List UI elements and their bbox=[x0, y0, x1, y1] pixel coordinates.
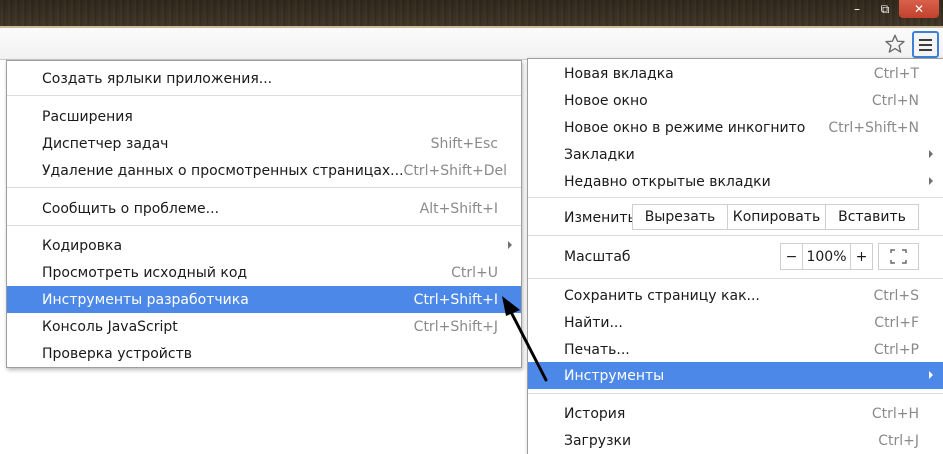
menu-separator bbox=[7, 187, 521, 188]
submenu-item-javascript-console[interactable]: Консоль JavaScript Ctrl+Shift+J bbox=[7, 313, 521, 340]
submenu-item-create-shortcuts[interactable]: Создать ярлыки приложения... bbox=[7, 65, 521, 92]
submenu-item-clear-browsing-data[interactable]: Удаление данных о просмотренных страница… bbox=[7, 157, 521, 184]
restore-button[interactable]: ⧉ bbox=[871, 0, 899, 18]
menu-separator bbox=[528, 197, 943, 198]
edit-row-label: Изменить bbox=[564, 209, 636, 226]
paste-button[interactable]: Вставить bbox=[826, 205, 918, 229]
window-controls: – ⧉ ✕ bbox=[843, 0, 939, 18]
close-button[interactable]: ✕ bbox=[899, 0, 939, 18]
menu-item-tools[interactable]: Инструменты bbox=[528, 362, 943, 389]
window-titlebar: – ⧉ ✕ bbox=[0, 0, 943, 26]
fullscreen-button[interactable] bbox=[878, 243, 919, 270]
cut-button[interactable]: Вырезать bbox=[633, 205, 728, 229]
menu-item-recent-tabs[interactable]: Недавно открытые вкладки bbox=[528, 168, 943, 195]
chevron-right-icon bbox=[929, 150, 933, 158]
chevron-right-icon bbox=[929, 177, 933, 185]
submenu-item-inspect-devices[interactable]: Проверка устройств bbox=[7, 340, 521, 367]
menu-item-incognito-window[interactable]: Новое окно в режиме инкогнито Ctrl+Shift… bbox=[528, 114, 943, 141]
menu-separator bbox=[528, 235, 943, 236]
submenu-item-report-issue[interactable]: Сообщить о проблеме... Alt+Shift+I bbox=[7, 195, 521, 222]
submenu-item-encoding[interactable]: Кодировка bbox=[7, 232, 521, 259]
star-icon[interactable] bbox=[884, 33, 906, 55]
submenu-item-task-manager[interactable]: Диспетчер задач Shift+Esc bbox=[7, 130, 521, 157]
menu-item-new-tab[interactable]: Новая вкладка Ctrl+T bbox=[528, 60, 943, 87]
zoom-in-button[interactable]: + bbox=[851, 244, 872, 269]
menu-item-print[interactable]: Печать... Ctrl+P bbox=[528, 336, 943, 363]
copy-button[interactable]: Копировать bbox=[728, 205, 826, 229]
fullscreen-icon bbox=[890, 249, 907, 264]
annotation-arrow-icon bbox=[502, 296, 548, 382]
menu-item-bookmarks[interactable]: Закладки bbox=[528, 141, 943, 168]
menu-separator bbox=[528, 278, 943, 279]
menu-item-new-window[interactable]: Новое окно Ctrl+N bbox=[528, 87, 943, 114]
zoom-row-label: Масштаб bbox=[564, 248, 631, 265]
menu-item-find[interactable]: Найти... Ctrl+F bbox=[528, 309, 943, 336]
submenu-item-extensions[interactable]: Расширения bbox=[7, 103, 521, 130]
menu-item-history[interactable]: История Ctrl+H bbox=[528, 400, 943, 427]
hamburger-menu-icon bbox=[919, 38, 932, 41]
submenu-item-view-source[interactable]: Просмотреть исходный код Ctrl+U bbox=[7, 259, 521, 286]
hamburger-menu-button[interactable] bbox=[912, 31, 939, 58]
chevron-right-icon bbox=[929, 371, 933, 379]
menu-separator bbox=[528, 393, 943, 394]
chevron-right-icon bbox=[508, 241, 512, 249]
tools-submenu: Создать ярлыки приложения... Расширения … bbox=[6, 60, 522, 368]
minimize-button[interactable]: – bbox=[843, 0, 871, 18]
zoom-control: − 100% + bbox=[780, 243, 873, 270]
edit-button-group: Вырезать Копировать Вставить bbox=[632, 204, 919, 230]
browser-toolbar bbox=[0, 26, 943, 60]
submenu-item-developer-tools[interactable]: Инструменты разработчика Ctrl+Shift+I bbox=[7, 286, 521, 313]
menu-separator bbox=[7, 95, 521, 96]
menu-separator bbox=[7, 225, 521, 226]
zoom-out-button[interactable]: − bbox=[781, 244, 802, 269]
zoom-level: 100% bbox=[802, 244, 851, 269]
menu-item-save-page[interactable]: Сохранить страницу как... Ctrl+S bbox=[528, 282, 943, 309]
menu-item-downloads[interactable]: Загрузки Ctrl+J bbox=[528, 427, 943, 454]
